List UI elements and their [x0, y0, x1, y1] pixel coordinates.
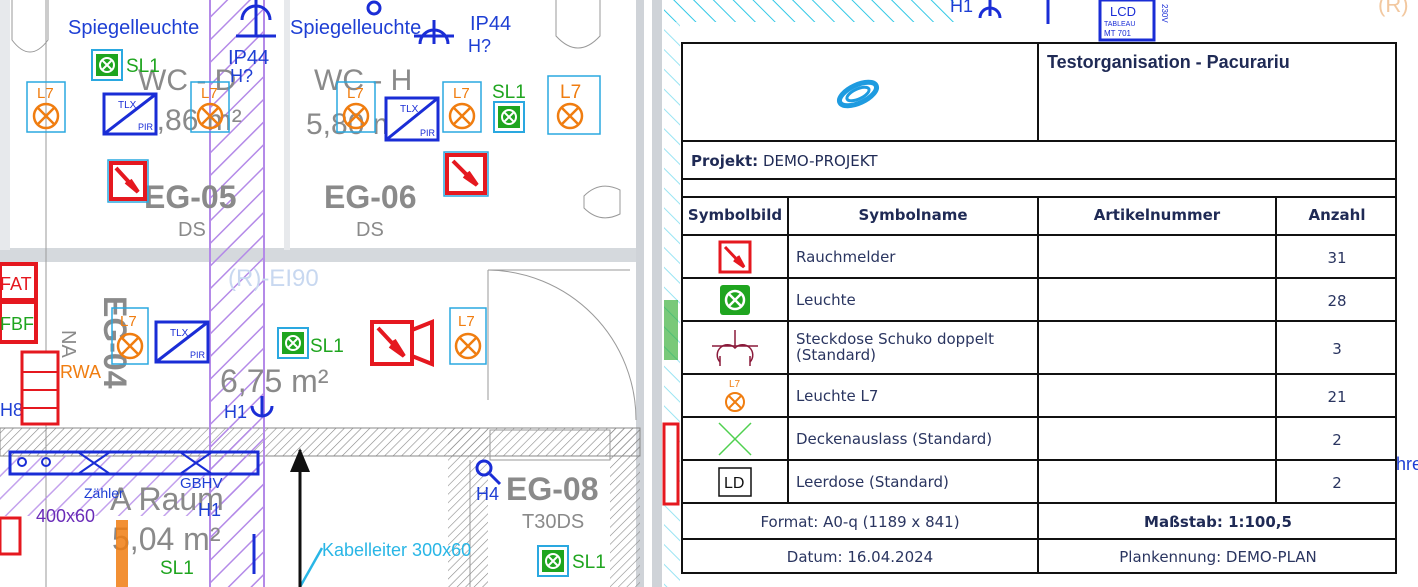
- cyan-hatch: [664, 0, 954, 22]
- label-h4: H4: [476, 484, 499, 504]
- room-code: T30DS: [522, 511, 584, 533]
- room-area: 5,04 m²: [112, 521, 221, 557]
- label-kabelleiter: Kabelleiter 300x60: [322, 540, 471, 560]
- row-symbolname: Rauchmelder: [796, 248, 896, 266]
- label-l7: L7: [37, 85, 54, 102]
- label-l7: L7: [458, 313, 475, 330]
- header-artikelnummer: Artikelnummer: [1093, 206, 1221, 224]
- label-l7: L7: [120, 313, 137, 330]
- label-l7: L7: [453, 85, 470, 102]
- label-h1: H1: [198, 500, 221, 520]
- label-spiegelleuchte: Spiegelleuchte: [290, 17, 421, 39]
- label-h-query: H?: [468, 36, 491, 56]
- label-gbhv: GBHV: [180, 475, 223, 492]
- label-sl1: SL1: [572, 552, 606, 573]
- room-code: DS: [356, 219, 384, 241]
- label-sl1: SL1: [310, 336, 344, 357]
- row-symbolname: Deckenauslass (Standard): [796, 430, 993, 448]
- label-fbf: FBF: [0, 314, 34, 334]
- room-labels: WC - D WC - H 4,86 m² 5,80 m² EG-05 EG-0…: [57, 64, 598, 557]
- label-pir: PIR: [420, 128, 436, 138]
- label-pir: PIR: [138, 122, 154, 132]
- label-tlx: TLX: [170, 328, 189, 339]
- date-info: Datum: 16.04.2024: [786, 548, 934, 566]
- label-zaehler: Zähler: [84, 485, 124, 501]
- label-sl1: SL1: [126, 56, 160, 77]
- label-pir: PIR: [190, 350, 206, 360]
- row-anzahl: 28: [1327, 292, 1347, 310]
- project-line: Projekt: DEMO-PROJEKT: [691, 152, 878, 170]
- label-rwa: RWA: [60, 362, 101, 382]
- room-code: DS: [178, 219, 206, 241]
- label-lcd: LCD: [1110, 4, 1136, 19]
- room-name: EG-08: [506, 471, 598, 507]
- scale-info: Maßstab: 1:100,5: [1144, 513, 1292, 531]
- room-name: EG-06: [324, 179, 416, 215]
- row-anzahl: 21: [1327, 388, 1347, 406]
- label-h-query: H?: [230, 66, 253, 86]
- project-label: Projekt:: [691, 152, 759, 170]
- label-ip44: IP44: [470, 13, 511, 35]
- label-spiegelleuchte: Spiegelleuchte: [68, 17, 199, 39]
- room-name: EG-05: [144, 179, 236, 215]
- header-anzahl: Anzahl: [1308, 206, 1366, 224]
- label-tlx: TLX: [118, 100, 137, 111]
- label-h8: H8: [0, 400, 23, 420]
- label-sl1: SL1: [492, 82, 526, 103]
- icon-ld-text: LD: [724, 475, 744, 492]
- format-info: Format: A0-q (1189 x 841): [760, 513, 960, 531]
- row-symbolname: Leerdose (Standard): [796, 473, 949, 491]
- lcd-tableau: LCD TABLEAU MT 701 230V: [1098, 0, 1169, 42]
- project-name: DEMO-PROJEKT: [762, 152, 878, 170]
- label-l7: L7: [560, 82, 581, 103]
- row-symbolname: Leuchte L7: [796, 387, 879, 405]
- row-anzahl: 2: [1332, 431, 1342, 449]
- ceiling-outlet-icon: [683, 418, 787, 459]
- label-sl1: SL1: [160, 558, 194, 579]
- row-symbolname: Steckdose Schuko doppelt (Standard): [796, 330, 994, 364]
- label-tableau: TABLEAU: [1104, 21, 1135, 28]
- room-code: NA: [57, 330, 79, 358]
- label-230v: 230V: [1160, 4, 1169, 23]
- plan-id-info: Plankennung: DEMO-PLAN: [1119, 548, 1317, 566]
- organisation-logo: [833, 74, 883, 114]
- label-mt701: MT 701: [1104, 29, 1132, 38]
- label-tlx: TLX: [400, 104, 419, 115]
- icon-l7-text: L7: [729, 379, 741, 390]
- luminaire-l7-icon: L7: [683, 375, 787, 416]
- double-schuko-socket-icon: [683, 322, 787, 373]
- room-area: 6,75 m²: [220, 363, 329, 399]
- luminaire-icon: [683, 279, 787, 320]
- row-anzahl: 31: [1327, 249, 1347, 267]
- label-hre: hre: [1396, 454, 1418, 474]
- label-h1: H1: [224, 402, 247, 422]
- empty-box-icon: LD: [683, 461, 787, 502]
- legend-table: Testorganisation - Pacurariu Projekt: DE…: [681, 42, 1397, 574]
- label-fat: FAT: [0, 274, 32, 294]
- label-l7: L7: [201, 85, 218, 102]
- row-anzahl: 2: [1332, 474, 1342, 492]
- row-symbolname: Leuchte: [796, 291, 856, 309]
- label-l7: L7: [347, 85, 364, 102]
- smoke-detector-icon: [683, 236, 787, 277]
- organisation-name: Testorganisation - Pacurariu: [1047, 52, 1290, 72]
- row-anzahl: 3: [1332, 340, 1342, 358]
- header-symbolname: Symbolname: [858, 206, 968, 224]
- label-h1: H1: [950, 0, 973, 16]
- header-symbolbild: Symbolbild: [687, 206, 783, 224]
- label-ei90: (R)-EI90: [228, 265, 319, 292]
- label-r: (R): [1378, 0, 1409, 17]
- label-cable-size: 400x60: [36, 506, 95, 526]
